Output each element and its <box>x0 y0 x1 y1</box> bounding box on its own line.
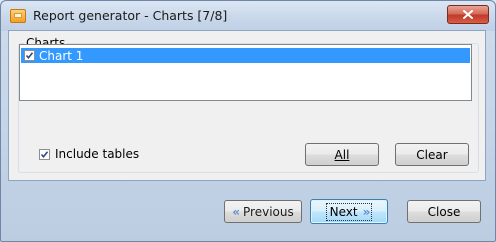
next-button-label: Next <box>329 204 358 219</box>
close-icon <box>463 10 473 19</box>
include-tables-checkbox[interactable] <box>39 148 50 160</box>
chart-1-label: Chart 1 <box>39 48 84 63</box>
chart-1-checkbox[interactable] <box>24 50 35 61</box>
window-close-button[interactable] <box>447 5 489 24</box>
clear-button-label: Clear <box>416 147 448 162</box>
previous-button[interactable]: « Previous <box>224 200 302 223</box>
double-chevron-left-icon: « <box>232 204 240 219</box>
report-generator-icon <box>10 9 26 23</box>
previous-button-label: Previous <box>243 204 294 219</box>
double-chevron-right-icon: » <box>362 204 371 219</box>
window-title: Report generator - Charts [7/8] <box>33 8 228 23</box>
checkmark-icon <box>25 52 34 60</box>
all-button-label: All <box>334 147 350 162</box>
list-item-chart-1[interactable]: Chart 1 <box>21 48 470 63</box>
close-button[interactable]: Close <box>407 200 481 223</box>
checkmark-icon <box>40 150 49 158</box>
next-focus-ring: Next » <box>325 202 373 221</box>
charts-listbox[interactable]: Chart 1 <box>19 44 472 101</box>
clear-button[interactable]: Clear <box>395 143 469 166</box>
include-tables-option[interactable]: Include tables <box>39 147 139 161</box>
title-bar[interactable]: Report generator - Charts [7/8] <box>1 1 495 31</box>
all-button[interactable]: All <box>305 143 379 166</box>
include-tables-label: Include tables <box>55 147 140 161</box>
close-button-label: Close <box>427 204 461 219</box>
next-button[interactable]: Next » <box>310 199 388 224</box>
